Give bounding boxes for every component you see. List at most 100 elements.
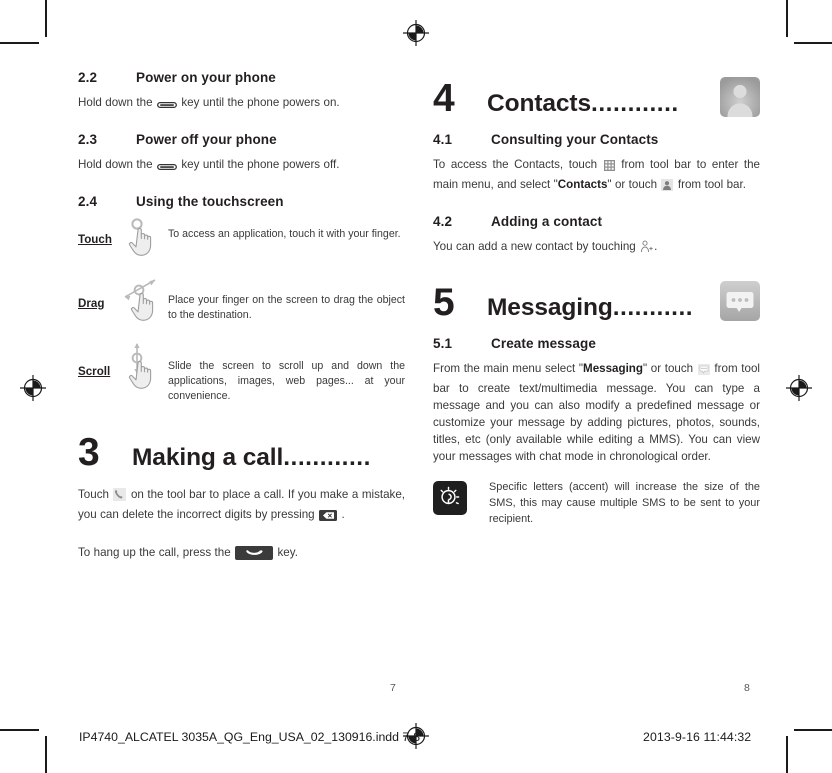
chapter-5-number: 5 bbox=[433, 281, 455, 324]
scroll-hand-icon bbox=[120, 339, 168, 397]
chapter-3-dot-leader: ............ bbox=[283, 444, 371, 471]
crop-mark-bottom-left-vertical bbox=[45, 736, 47, 773]
chapter-heading-5: 5 Messaging ........... bbox=[433, 276, 760, 322]
paragraph-place-call: Touch on the tool bar to place a call. I… bbox=[78, 486, 405, 526]
gesture-text-drag: Place your finger on the screen to drag … bbox=[168, 294, 405, 321]
chapter-5-dot-leader: ........... bbox=[612, 294, 694, 321]
main-menu-grid-icon bbox=[603, 159, 615, 176]
page-number-left: 7 bbox=[390, 682, 396, 694]
heading-2-3: 2.3 Power off your phone bbox=[78, 132, 405, 147]
heading-4-1-title: Consulting your Contacts bbox=[491, 132, 659, 147]
place-call-text-b: on the tool bar to place a call. If you … bbox=[78, 488, 405, 521]
heading-4-1-number: 4.1 bbox=[433, 132, 453, 147]
heading-5-1-title: Create message bbox=[491, 336, 596, 351]
heading-2-4-title: Using the touchscreen bbox=[136, 194, 284, 209]
heading-4-2-title: Adding a contact bbox=[491, 214, 603, 229]
consult-bold-contacts: Contacts bbox=[557, 178, 608, 191]
gesture-label-scroll: Scroll bbox=[78, 365, 111, 378]
place-call-text-c: . bbox=[338, 508, 345, 521]
footer-timestamp: 2013-9-16 11:44:32 bbox=[643, 730, 752, 744]
chapter-4-number: 4 bbox=[433, 77, 455, 120]
chapter-3-number: 3 bbox=[78, 431, 100, 474]
tip-bulb-icon bbox=[433, 479, 489, 520]
power-key-icon bbox=[157, 97, 177, 114]
create-msg-text-a: From the main menu select " bbox=[433, 362, 584, 375]
paragraph-consulting-contacts: To access the Contacts, touch from tool … bbox=[433, 156, 760, 196]
gesture-row-touch: Touch To access an application, touch it… bbox=[78, 215, 405, 259]
crop-mark-top-right-vertical bbox=[786, 0, 788, 37]
registration-mark-right bbox=[786, 375, 812, 401]
gesture-text-scroll: Slide the screen to scroll up and down t… bbox=[168, 360, 405, 402]
hang-up-text-b: key. bbox=[274, 546, 298, 559]
tip-note: Specific letters (accent) will increase … bbox=[433, 479, 760, 527]
add-contact-text-b: . bbox=[654, 240, 658, 253]
heading-2-3-title: Power off your phone bbox=[136, 132, 277, 147]
heading-2-3-number: 2.3 bbox=[78, 132, 98, 147]
chapter-3-name: Making a call bbox=[132, 444, 284, 471]
end-call-key-icon bbox=[235, 546, 274, 565]
crop-mark-bottom-right-horizontal bbox=[794, 729, 832, 731]
create-msg-bold-messaging: Messaging bbox=[583, 362, 643, 375]
messaging-bubble-icon bbox=[697, 363, 710, 380]
gesture-label-touch: Touch bbox=[78, 233, 112, 246]
heading-5-1-number: 5.1 bbox=[433, 336, 453, 351]
power-on-text-before: Hold down the bbox=[78, 96, 156, 109]
drag-hand-icon bbox=[120, 275, 168, 323]
chapter-4-name: Contacts bbox=[487, 90, 592, 117]
create-msg-text-c: from tool bar to create text/multimedia … bbox=[433, 362, 760, 463]
power-on-text-after: key until the phone powers on. bbox=[177, 96, 340, 109]
create-msg-text-b: " or touch bbox=[642, 362, 697, 375]
crop-mark-top-right-horizontal bbox=[794, 42, 832, 44]
add-contact-text-a: You can add a new contact by touching bbox=[433, 240, 640, 253]
heading-2-4-number: 2.4 bbox=[78, 194, 98, 209]
paragraph-create-message: From the main menu select "Messaging" or… bbox=[433, 360, 760, 465]
chapter-4-dot-leader: ............ bbox=[591, 90, 679, 117]
gesture-table: Touch To access an application, touch it… bbox=[78, 215, 405, 404]
crop-mark-top-left-horizontal bbox=[0, 42, 39, 44]
heading-5-1: 5.1 Create message bbox=[433, 336, 760, 351]
touch-hand-icon bbox=[120, 215, 168, 259]
hang-up-text-a: To hang up the call, press the bbox=[78, 546, 235, 559]
paragraph-power-off: Hold down the key until the phone powers… bbox=[78, 156, 405, 176]
gesture-label-drag: Drag bbox=[78, 297, 105, 310]
crop-mark-bottom-right-vertical bbox=[786, 736, 788, 773]
footer-filename: IP4740_ALCATEL 3035A_QG_Eng_USA_02_13091… bbox=[79, 730, 421, 744]
chapter-heading-3: 3 Making a call ............ bbox=[78, 426, 405, 472]
heading-2-2: 2.2 Power on your phone bbox=[78, 70, 405, 85]
paragraph-power-on: Hold down the key until the phone powers… bbox=[78, 94, 405, 114]
power-off-text-before: Hold down the bbox=[78, 158, 156, 171]
heading-4-1: 4.1 Consulting your Contacts bbox=[433, 132, 760, 147]
right-page-content: 4 Contacts ............ 4.1 Consulting y… bbox=[433, 70, 760, 527]
consult-text-d: from tool bar. bbox=[674, 178, 746, 191]
crop-mark-top-left-vertical bbox=[45, 0, 47, 37]
paragraph-hang-up: To hang up the call, press the key. bbox=[78, 544, 405, 565]
crop-mark-bottom-left-horizontal bbox=[0, 729, 39, 731]
registration-mark-top bbox=[403, 20, 429, 46]
power-off-text-after: key until the phone powers off. bbox=[177, 158, 340, 171]
heading-2-2-title: Power on your phone bbox=[136, 70, 276, 85]
contacts-person-icon bbox=[661, 179, 674, 196]
page-number-right: 8 bbox=[744, 682, 750, 694]
gesture-row-scroll: Scroll Slide the screen to scroll up and… bbox=[78, 339, 405, 404]
heading-2-2-number: 2.2 bbox=[78, 70, 98, 85]
gesture-row-drag: Drag Place your finger on the screen to … bbox=[78, 275, 405, 323]
chapter-5-name: Messaging bbox=[487, 294, 613, 321]
contacts-app-icon bbox=[720, 77, 760, 117]
add-contact-icon bbox=[640, 240, 653, 258]
registration-mark-left bbox=[20, 375, 46, 401]
paragraph-adding-contact: You can add a new contact by touching . bbox=[433, 238, 760, 258]
heading-4-2-number: 4.2 bbox=[433, 214, 453, 229]
consult-text-c: " or touch bbox=[607, 178, 661, 191]
messaging-app-icon bbox=[720, 281, 760, 321]
gesture-text-touch: To access an application, touch it with … bbox=[168, 228, 401, 240]
chapter-heading-4: 4 Contacts ............ bbox=[433, 72, 760, 118]
heading-2-4: 2.4 Using the touchscreen bbox=[78, 194, 405, 209]
backspace-key-icon bbox=[319, 509, 338, 526]
left-page-content: 2.2 Power on your phone Hold down the ke… bbox=[78, 70, 405, 565]
phone-handset-icon bbox=[113, 488, 127, 506]
place-call-text-a: Touch bbox=[78, 488, 113, 501]
consult-text-a: To access the Contacts, touch bbox=[433, 158, 603, 171]
tip-text: Specific letters (accent) will increase … bbox=[489, 481, 760, 525]
heading-4-2: 4.2 Adding a contact bbox=[433, 214, 760, 229]
power-key-icon bbox=[157, 159, 177, 176]
